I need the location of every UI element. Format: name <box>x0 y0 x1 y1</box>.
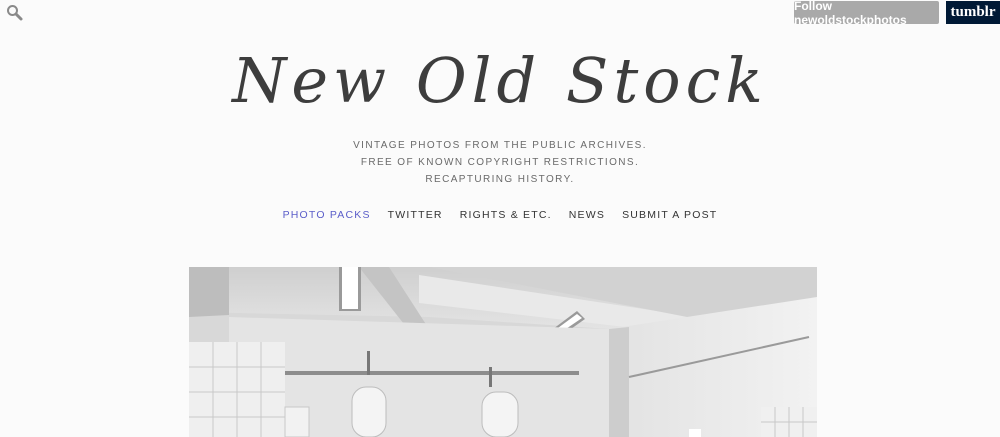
nav-item-submit-a-post[interactable]: SUBMIT A POST <box>622 209 717 221</box>
nav-item-rights[interactable]: RIGHTS & ETC. <box>460 209 552 221</box>
search-button[interactable] <box>6 4 24 22</box>
search-icon <box>7 5 23 21</box>
nav-item-twitter[interactable]: TWITTER <box>388 209 443 221</box>
post-photo-image <box>189 267 817 437</box>
follow-button[interactable]: Follow newoldstockphotos <box>794 0 939 27</box>
tagline-line: RECAPTURING HISTORY. <box>425 174 575 185</box>
post-photo[interactable] <box>189 267 817 437</box>
nav-item-news[interactable]: NEWS <box>569 209 605 221</box>
site-title[interactable]: New Old Stock <box>0 44 1000 117</box>
nav-item-photo-packs[interactable]: PHOTO PACKS <box>283 209 371 221</box>
tagline-line: VINTAGE PHOTOS FROM THE PUBLIC ARCHIVES. <box>353 140 647 151</box>
tagline-line: FREE OF KNOWN COPYRIGHT RESTRICTIONS. <box>360 157 640 168</box>
main-nav: PHOTO PACKS TWITTER RIGHTS & ETC. NEWS S… <box>0 209 1000 221</box>
tumblr-logo-button[interactable]: tumblr <box>946 1 1000 24</box>
site-tagline: VINTAGE PHOTOS FROM THE PUBLIC ARCHIVES.… <box>0 137 1000 188</box>
